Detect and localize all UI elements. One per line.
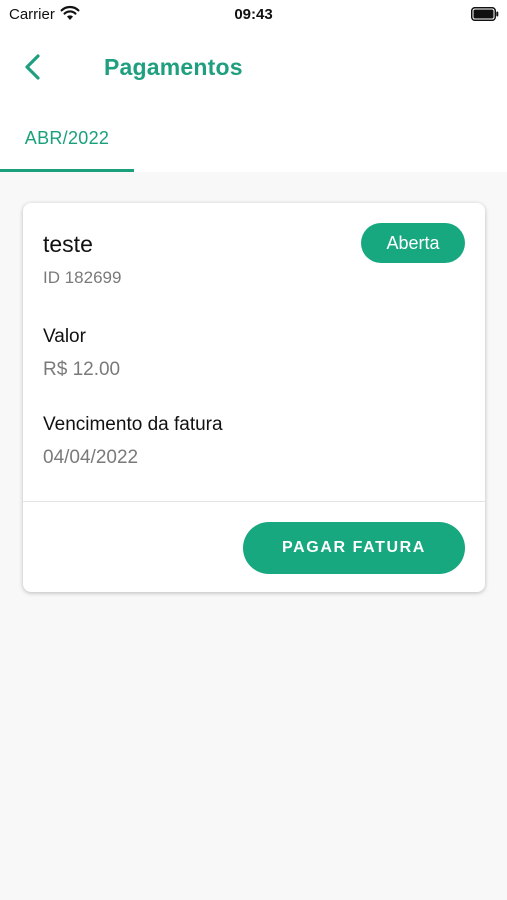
clock: 09:43 [234,6,273,23]
invoice-card: teste ID 182699 Aberta Valor R$ 12.00 Ve… [23,203,485,592]
back-button[interactable] [16,50,50,84]
status-bar: Carrier 09:43 [0,0,507,30]
invoice-id: ID 182699 [43,268,122,287]
card-divider [23,501,485,502]
amount-value: R$ 12.00 [43,359,121,380]
tab-active-indicator [0,169,134,172]
due-date-label: Vencimento da fatura [43,414,223,435]
app-header: Pagamentos ABR/2022 [0,30,507,172]
amount-label: Valor [43,326,86,347]
tab-label: ABR/2022 [24,128,110,148]
invoice-title: teste [43,231,93,257]
chevron-left-icon [25,54,40,80]
due-date-value: 04/04/2022 [43,447,139,468]
status-badge: Aberta [361,223,465,263]
pay-invoice-button[interactable]: PAGAR FATURA [243,522,465,574]
page-title: Pagamentos [104,54,243,80]
tab-abr-2022[interactable]: ABR/2022 [0,116,134,172]
battery-icon [471,7,499,26]
